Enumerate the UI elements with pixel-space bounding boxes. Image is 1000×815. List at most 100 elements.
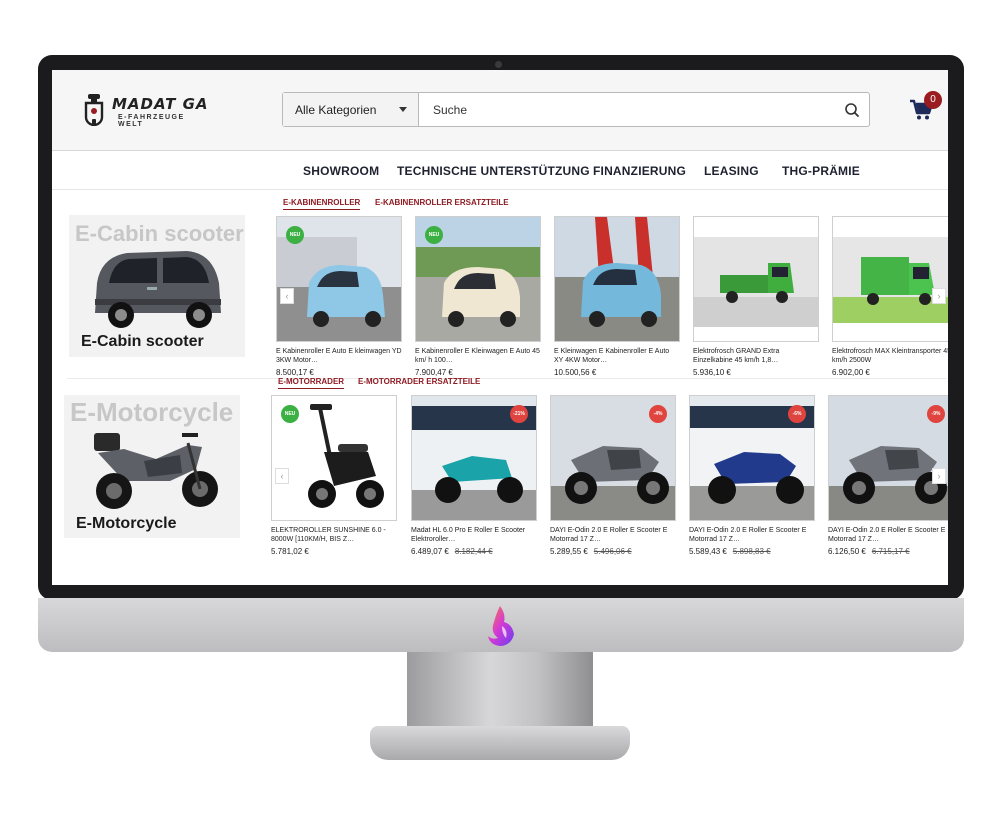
carousel-next-button[interactable]: › [932, 468, 946, 484]
product-price: 5.781,02 € [271, 547, 309, 556]
nav-item-thg-praemie[interactable]: THG-PRÄMIE [782, 164, 860, 178]
tab-e-kabinenroller-ersatzteile[interactable]: E-KABINENROLLER ERSATZTEILE [375, 198, 509, 207]
price-current: 8.500,17 € [276, 368, 314, 377]
banner-label: E-Motorcycle [76, 515, 177, 532]
product-card[interactable]: -6% DAYI E-Odin 2.0 E Roller E Scooter E… [689, 395, 815, 565]
chevron-down-icon [399, 107, 407, 112]
product-image[interactable] [832, 216, 948, 342]
nav-item-technical-support[interactable]: TECHNISCHE UNTERSTÜTZUNG [397, 164, 590, 178]
product-image[interactable]: -9% [828, 395, 948, 521]
search-bar: Alle Kategorien [282, 92, 870, 127]
product-image[interactable]: NEU [276, 216, 402, 342]
product-price: 6.126,50 € 6.715,17 € [828, 547, 910, 556]
monitor-stand-base [370, 726, 630, 760]
tab-e-motorrader-ersatzteile[interactable]: E-MOTORRADER ERSATZTEILE [358, 377, 480, 386]
tab-e-motorrader[interactable]: E-MOTORRADER [278, 377, 345, 389]
search-icon[interactable] [841, 99, 863, 121]
product-title[interactable]: E Kleinwagen E Kabinenroller E Auto XY 4… [554, 347, 680, 365]
browser-viewport: MADAT GA E-FAHRZEUGE WELT Alle Kategorie… [52, 70, 948, 585]
product-title[interactable]: E Kabinenroller E Kleinwagen E Auto 45 k… [415, 347, 541, 365]
product-price: 5.936,10 € [693, 368, 731, 377]
product-title[interactable]: Elektrofrosch GRAND Extra Einzelkabine 4… [693, 347, 819, 365]
cart-count-badge: 0 [924, 91, 942, 109]
product-card[interactable]: Elektrofrosch GRAND Extra Einzelkabine 4… [693, 216, 819, 386]
product-card[interactable]: -21% Madat HL 6.0 Pro E Roller E Scooter… [411, 395, 537, 565]
product-title[interactable]: Elektrofrosch MAX Kleintransporter 45 km… [832, 347, 948, 365]
product-image[interactable]: -6% [689, 395, 815, 521]
price-current: 10.500,56 € [554, 368, 597, 377]
product-title[interactable]: ELEKTROROLLER SUNSHINE 6.0 - 8000W [110K… [271, 526, 397, 544]
price-current: 5.589,43 € [689, 547, 727, 556]
price-current: 7.900,47 € [415, 368, 453, 377]
brand-tagline: E-FAHRZEUGE WELT [118, 114, 185, 128]
product-card[interactable]: Elektrofrosch MAX Kleintransporter 45 km… [832, 216, 948, 386]
product-image[interactable] [554, 216, 680, 342]
carousel-prev-button[interactable]: ‹ [275, 468, 289, 484]
fox-logo-icon [488, 606, 514, 646]
product-price: 6.902,00 € [832, 368, 870, 377]
product-price: 8.500,17 € [276, 368, 314, 377]
category-select-value: Alle Kategorien [295, 103, 377, 117]
e-motorcycle-image [94, 433, 218, 509]
price-old: 8.182,44 € [454, 547, 493, 556]
product-price: 6.489,07 € 8.182,44 € [411, 547, 493, 556]
section-divider [67, 378, 947, 379]
new-badge: NEU [425, 226, 443, 244]
discount-badge: -4% [649, 405, 667, 423]
main-nav: SHOWROOM TECHNISCHE UNTERSTÜTZUNG FINANZ… [52, 150, 948, 190]
product-price: 5.589,43 € 5.898,83 € [689, 547, 771, 556]
category-select[interactable]: Alle Kategorien [283, 93, 419, 126]
product-image[interactable]: -21% [411, 395, 537, 521]
nav-item-financing[interactable]: FINANZIERUNG [593, 164, 686, 178]
product-title[interactable]: DAYI E-Odin 2.0 E Roller E Scooter E Mot… [689, 526, 815, 544]
product-image[interactable]: -4% [550, 395, 676, 521]
product-card[interactable]: -4% DAYI E-Odin 2.0 E Roller E Scooter E… [550, 395, 676, 565]
tab-e-kabinenroller[interactable]: E-KABINENROLLER [283, 198, 361, 210]
carousel-next-button[interactable]: › [932, 288, 946, 304]
product-card[interactable]: NEU ELEKTROROLLER SUNSHINE 6.0 - 8000W [… [271, 395, 397, 565]
category-banner-e-cabin[interactable]: E-Cabin scooter E-Cabin scooter [69, 215, 245, 357]
price-current: 5.289,55 € [550, 547, 588, 556]
price-current: 5.936,10 € [693, 368, 731, 377]
site-header: MADAT GA E-FAHRZEUGE WELT Alle Kategorie… [52, 70, 948, 150]
product-photo-green-van [833, 217, 948, 341]
product-card[interactable]: NEU E Kabinenroller E Auto E kleinwagen … [276, 216, 402, 386]
webcam [495, 61, 502, 68]
product-title[interactable]: DAYI E-Odin 2.0 E Roller E Scooter E Mot… [828, 526, 948, 544]
banner-label: E-Cabin scooter [81, 333, 204, 350]
product-title[interactable]: E Kabinenroller E Auto E kleinwagen YD 3… [276, 347, 402, 365]
product-card[interactable]: NEU E Kabinenroller E Kleinwagen E Auto … [415, 216, 541, 386]
product-photo-blue-kabinenroller [555, 217, 679, 341]
discount-badge: -6% [788, 405, 806, 423]
carousel-prev-button[interactable]: ‹ [280, 288, 294, 304]
price-current: 6.489,07 € [411, 547, 449, 556]
price-old: 5.898,83 € [732, 547, 771, 556]
product-card[interactable]: E Kleinwagen E Kabinenroller E Auto XY 4… [554, 216, 680, 386]
product-image[interactable] [693, 216, 819, 342]
discount-badge: -9% [927, 405, 945, 423]
product-image[interactable]: NEU [271, 395, 397, 521]
search-input[interactable] [420, 93, 840, 126]
nav-item-showroom[interactable]: SHOWROOM [303, 164, 379, 178]
product-image[interactable]: NEU [415, 216, 541, 342]
price-current: 6.902,00 € [832, 368, 870, 377]
category-banner-e-motorcycle[interactable]: E-Motorcycle E-Motorcycle [64, 395, 240, 538]
product-price: 5.289,55 € 5.496,06 € [550, 547, 632, 556]
new-badge: NEU [281, 405, 299, 423]
price-current: 6.126,50 € [828, 547, 866, 556]
brand-logo[interactable]: MADAT GA E-FAHRZEUGE WELT [82, 92, 212, 128]
product-price: 10.500,56 € [554, 368, 596, 377]
nav-item-leasing[interactable]: LEASING [704, 164, 759, 178]
price-old: 5.496,06 € [593, 547, 632, 556]
monitor-stand-neck [407, 652, 593, 732]
product-card[interactable]: -9% DAYI E-Odin 2.0 E Roller E Scooter E… [828, 395, 948, 565]
product-title[interactable]: DAYI E-Odin 2.0 E Roller E Scooter E Mot… [550, 526, 676, 544]
new-badge: NEU [286, 226, 304, 244]
discount-badge: -21% [510, 405, 528, 423]
product-title[interactable]: Madat HL 6.0 Pro E Roller E Scooter Elek… [411, 526, 537, 544]
price-old: 6.715,17 € [871, 547, 910, 556]
e-cabin-scooter-image [95, 251, 221, 328]
product-price: 7.900,47 € [415, 368, 453, 377]
product-photo-green-pickup [694, 217, 818, 341]
brand-name: MADAT GA [112, 95, 209, 113]
